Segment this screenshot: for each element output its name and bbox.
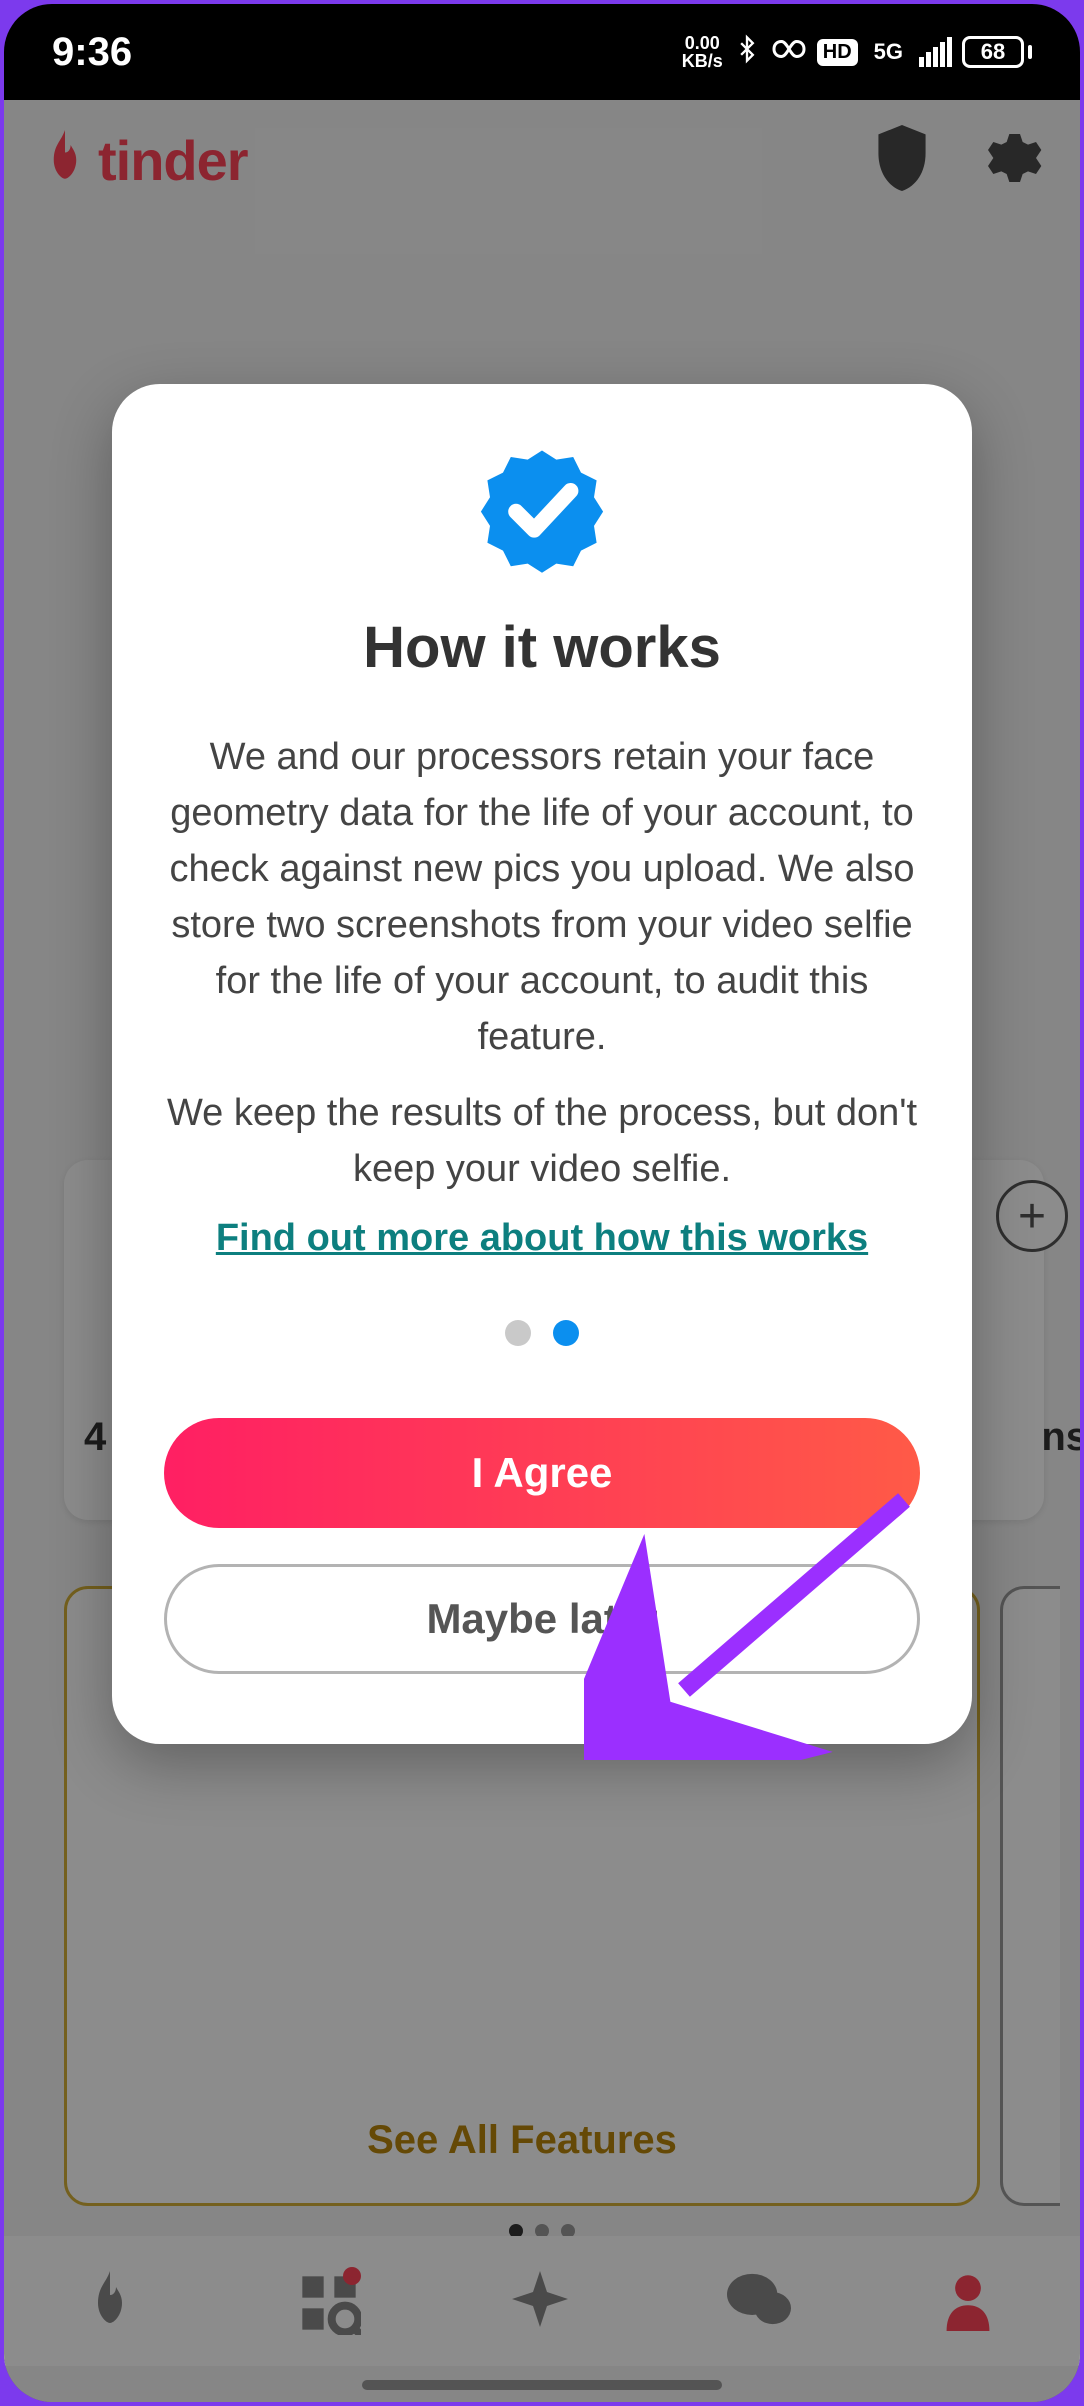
signal-icon — [919, 37, 952, 67]
battery-icon: 68 — [962, 36, 1032, 68]
loop-icon — [771, 35, 807, 70]
how-it-works-modal: How it works We and our processors retai… — [112, 384, 972, 1744]
modal-title: How it works — [164, 614, 920, 681]
i-agree-button[interactable]: I Agree — [164, 1418, 920, 1528]
modal-body-2: We keep the results of the process, but … — [164, 1085, 920, 1197]
maybe-later-button[interactable]: Maybe later — [164, 1564, 920, 1674]
modal-page-indicator — [164, 1320, 920, 1346]
network-rate: 0.00 KB/s — [682, 34, 723, 70]
phone-frame: 9:36 0.00 KB/s HD 5G 68 — [4, 4, 1080, 2402]
hd-badge: HD — [817, 39, 858, 66]
status-bar: 9:36 0.00 KB/s HD 5G 68 — [4, 4, 1080, 100]
status-time: 9:36 — [52, 30, 132, 75]
verified-badge-icon — [164, 444, 920, 574]
learn-more-link[interactable]: Find out more about how this works — [164, 1217, 920, 1260]
fiveg-badge: 5G — [868, 37, 909, 67]
modal-body-1: We and our processors retain your face g… — [164, 729, 920, 1065]
bluetooth-icon — [733, 31, 761, 74]
